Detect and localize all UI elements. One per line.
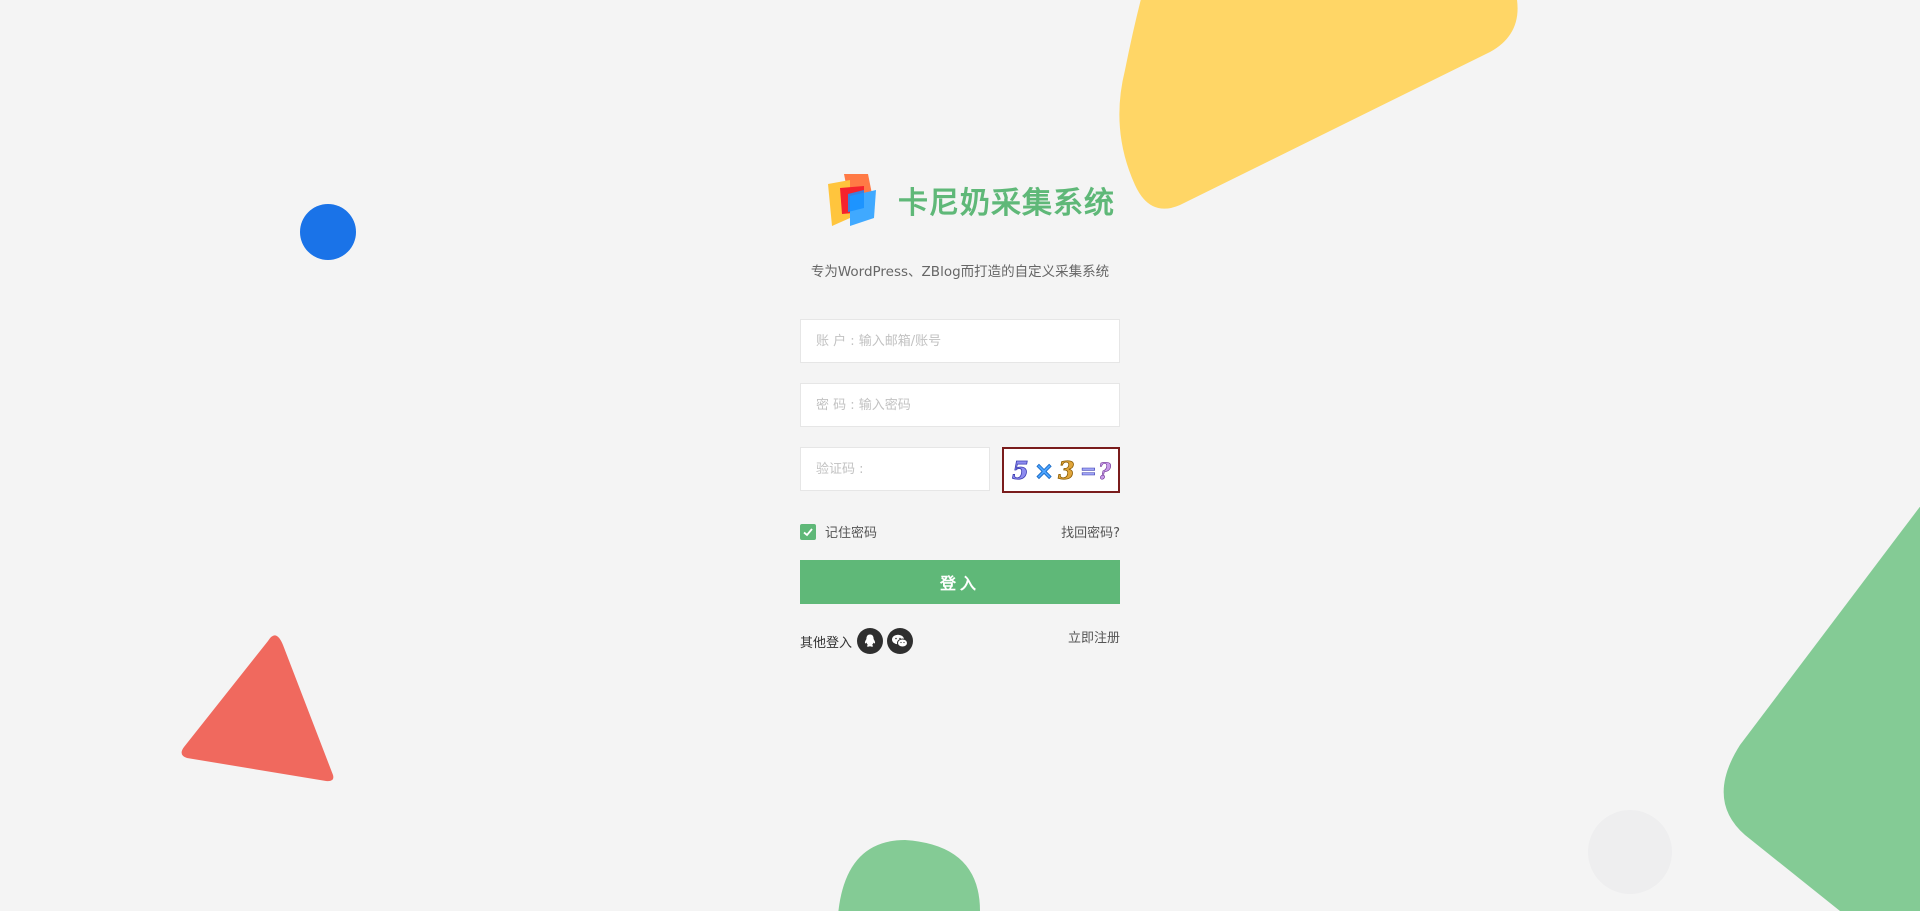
captcha-char: 5 [1012, 456, 1029, 485]
register-link[interactable]: 立即注册 [1068, 627, 1120, 646]
captcha-image[interactable]: 5 × 3 = ? [1002, 447, 1120, 493]
tagline: 专为WordPress、ZBlog而打造的自定义采集系统 [810, 264, 1110, 280]
blue-circle [300, 204, 356, 260]
red-triangle [181, 635, 334, 782]
login-button[interactable]: 登入 [800, 560, 1120, 604]
captcha-char: ? [1098, 459, 1112, 485]
remember-password-checkbox[interactable]: 记住密码 [800, 522, 877, 541]
other-login-label: 其他登入 [800, 635, 853, 651]
check-icon [803, 527, 813, 536]
yellow-shape [1119, 0, 1518, 209]
qq-penguin-glyph [864, 634, 876, 647]
password-input[interactable] [800, 383, 1120, 427]
remember-label: 记住密码 [825, 526, 878, 541]
other-login: 其他登入 [800, 628, 917, 654]
username-input[interactable] [800, 319, 1120, 363]
faint-circle [1588, 810, 1672, 894]
checkbox-checked-icon[interactable] [800, 523, 816, 540]
captcha-graphic: 5 × 3 = ? [1012, 456, 1113, 486]
wechat-bubbles-glyph [892, 634, 909, 648]
forgot-password-link[interactable]: 找回密码? [1061, 522, 1120, 541]
green-triangle-shape [1723, 506, 1920, 911]
brand: 卡尼奶采集系统 [820, 168, 1115, 232]
captcha-char: 3 [1058, 456, 1075, 485]
green-semicircle-shape [838, 840, 980, 911]
captcha-input[interactable] [800, 447, 990, 491]
captcha-char: = [1080, 459, 1097, 483]
captcha-char: × [1034, 457, 1054, 485]
cube-logo-icon [828, 174, 876, 226]
app-title: 卡尼奶采集系统 [898, 186, 1115, 221]
qq-icon[interactable] [857, 628, 884, 654]
wechat-icon[interactable] [887, 628, 914, 654]
